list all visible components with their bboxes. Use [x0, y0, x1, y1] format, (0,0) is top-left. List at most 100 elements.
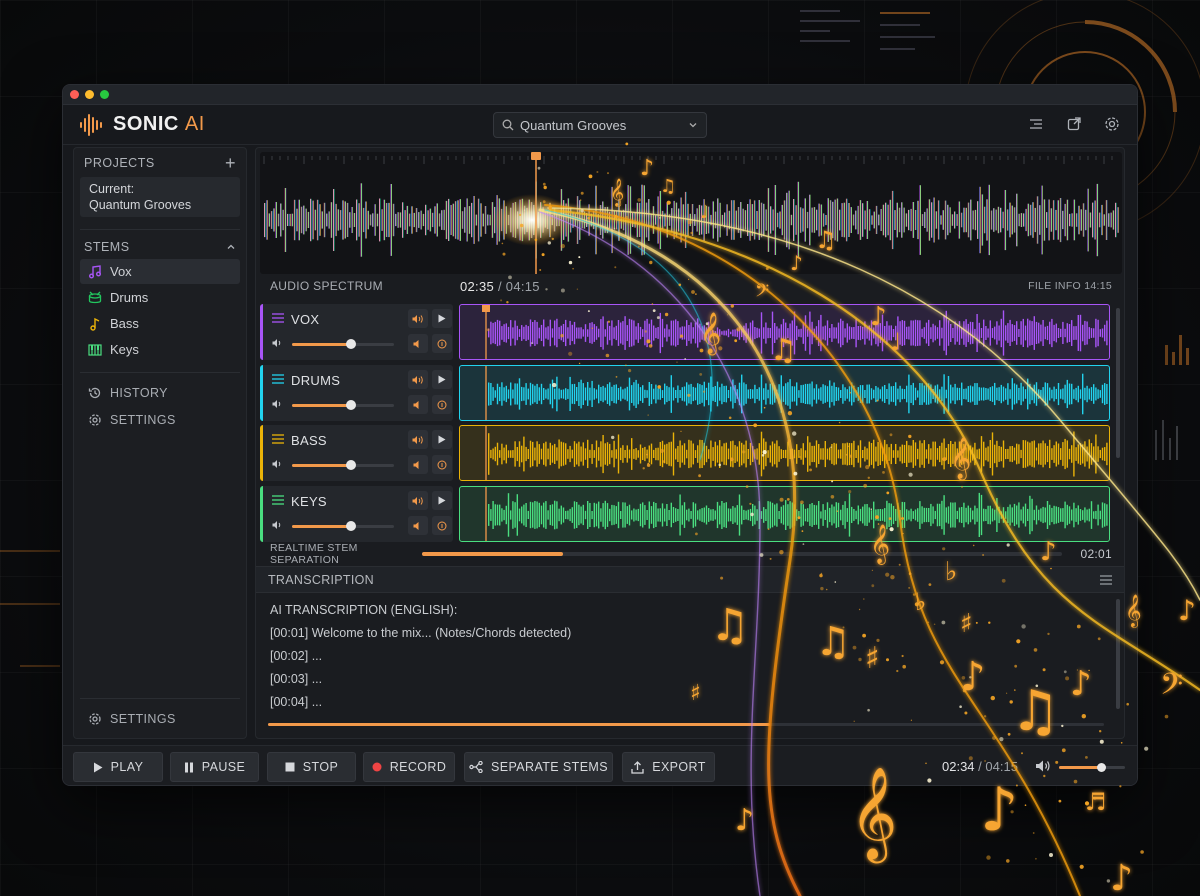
sidebar-stem-keys[interactable]: Keys: [80, 337, 240, 362]
maximize-window-button[interactable]: [100, 90, 109, 99]
drag-handle-icon[interactable]: [272, 495, 284, 505]
menu-icon[interactable]: [1100, 574, 1112, 585]
track-volume-slider[interactable]: [292, 400, 394, 410]
track-options-button[interactable]: [432, 334, 452, 353]
track-waveform[interactable]: [459, 365, 1110, 421]
app-header: SONIC AI Quantum Grooves: [63, 105, 1137, 145]
track-name: BASS: [291, 433, 327, 448]
tracks-scrollbar[interactable]: [1116, 308, 1120, 458]
record-icon: [372, 762, 382, 772]
solo-button[interactable]: [408, 370, 428, 389]
transcription-progress: [268, 723, 1104, 726]
sidebar-stem-bass[interactable]: Bass: [80, 311, 240, 336]
stop-button[interactable]: STOP: [267, 752, 356, 782]
speaker-wave-icon: [412, 496, 423, 505]
track-bass: BASS: [260, 425, 1122, 481]
record-label: RECORD: [389, 760, 447, 774]
speaker-icon: [413, 339, 419, 348]
mute-button[interactable]: [408, 455, 428, 474]
sidebar-bottom-settings[interactable]: SETTINGS: [74, 705, 246, 732]
speaker-wave-icon: [412, 435, 423, 444]
waveform-graphic: [485, 487, 1108, 541]
transcription-header: TRANSCRIPTION: [256, 567, 1124, 593]
drag-handle-icon[interactable]: [272, 313, 284, 323]
separation-progress: [422, 552, 1062, 556]
track-vox: VOX: [260, 304, 1122, 360]
current-project[interactable]: Current: Quantum Grooves: [80, 177, 240, 217]
info-icon: [437, 460, 447, 469]
history-label: HISTORY: [110, 385, 168, 400]
track-volume-slider[interactable]: [292, 460, 394, 470]
track-waveform[interactable]: [459, 486, 1110, 542]
spectrum-total-time: / 04:15: [497, 278, 540, 294]
track-options-button[interactable]: [432, 395, 452, 414]
master-volume-slider[interactable]: [1059, 763, 1125, 772]
stop-icon: [285, 762, 295, 772]
separation-label: REALTIME STEM SEPARATION: [270, 542, 358, 566]
play-icon: [438, 496, 446, 505]
spectrum-bars: [264, 181, 1119, 259]
stems-section-header[interactable]: STEMS: [74, 230, 246, 258]
drums-icon: [88, 291, 102, 303]
playhead-handle[interactable]: [531, 152, 541, 160]
drag-handle-icon[interactable]: [272, 374, 284, 384]
speaker-wave-icon: [412, 375, 423, 384]
track-play-button[interactable]: [432, 370, 452, 389]
track-options-button[interactable]: [432, 455, 452, 474]
mute-button[interactable]: [408, 334, 428, 353]
track-play-button[interactable]: [432, 430, 452, 449]
list-settings-icon[interactable]: [1027, 115, 1045, 133]
close-window-button[interactable]: [70, 90, 79, 99]
chevron-down-icon: [689, 123, 697, 128]
sidebar-history[interactable]: HISTORY: [74, 379, 246, 406]
track-waveform[interactable]: [459, 304, 1110, 360]
piano-icon: [88, 343, 102, 356]
transcription-scrollbar[interactable]: [1116, 599, 1120, 709]
mute-button[interactable]: [408, 395, 428, 414]
gear-icon[interactable]: [1103, 115, 1121, 133]
solo-button[interactable]: [408, 309, 428, 328]
export-button[interactable]: EXPORT: [622, 752, 715, 782]
track-volume-slider[interactable]: [292, 339, 394, 349]
track-waveform[interactable]: [459, 425, 1110, 481]
title-bar: [63, 85, 1137, 105]
play-button[interactable]: PLAY: [73, 752, 163, 782]
solo-button[interactable]: [408, 491, 428, 510]
volume-icon: [272, 339, 281, 347]
chevron-up-icon[interactable]: [226, 242, 236, 252]
sidebar-settings[interactable]: SETTINGS: [74, 406, 246, 433]
play-icon: [93, 762, 103, 772]
mute-button[interactable]: [408, 516, 428, 535]
spectrum-info-bar: AUDIO SPECTRUM 02:35 / 04:15 FILE INFO 1…: [260, 274, 1122, 298]
separate-stems-button[interactable]: SEPARATE STEMS: [464, 752, 613, 782]
spectrum-waveform: [263, 152, 1119, 274]
transcription-panel: TRANSCRIPTION AI TRANSCRIPTION (ENGLISH)…: [256, 566, 1124, 738]
track-play-button[interactable]: [432, 491, 452, 510]
stem-label: Keys: [110, 342, 139, 357]
solo-button[interactable]: [408, 430, 428, 449]
file-info[interactable]: FILE INFO 14:15: [1028, 280, 1122, 292]
audio-spectrum-view[interactable]: [260, 152, 1122, 274]
track-volume-slider[interactable]: [292, 521, 394, 531]
sidebar-stem-drums[interactable]: Drums: [80, 285, 240, 310]
speaker-icon: [413, 521, 419, 530]
record-button[interactable]: RECORD: [363, 752, 455, 782]
project-search-dropdown[interactable]: Quantum Grooves: [493, 112, 707, 138]
spectrum-current-time: 02:35: [460, 278, 495, 294]
volume-icon[interactable]: [1035, 759, 1051, 773]
pause-button[interactable]: PAUSE: [170, 752, 259, 782]
track-options-button[interactable]: [432, 516, 452, 535]
transcription-label: TRANSCRIPTION: [268, 572, 374, 587]
share-export-icon[interactable]: [1065, 115, 1083, 133]
minimize-window-button[interactable]: [85, 90, 94, 99]
track-play-button[interactable]: [432, 309, 452, 328]
sidebar-stem-vox[interactable]: Vox: [80, 259, 240, 284]
history-icon: [88, 387, 101, 398]
time-ruler: [263, 156, 1113, 164]
transcription-line: AI TRANSCRIPTION (ENGLISH):: [270, 603, 458, 617]
stem-label: Bass: [110, 316, 139, 331]
add-project-icon[interactable]: +: [225, 154, 236, 172]
transport-total-time: / 04:15: [978, 759, 1018, 774]
drag-handle-icon[interactable]: [272, 434, 284, 444]
track-controls: BASS: [260, 425, 453, 481]
